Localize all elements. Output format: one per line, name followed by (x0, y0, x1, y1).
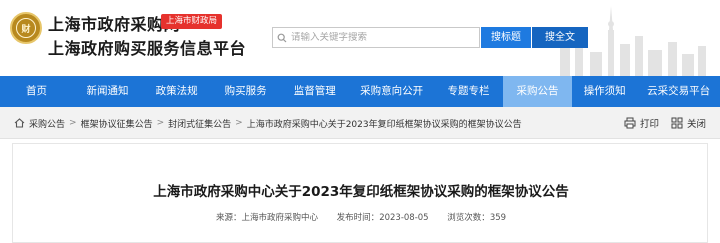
breadcrumb-item-framework[interactable]: 框架协议征集公告 (81, 117, 153, 130)
grid-close-icon (671, 117, 683, 129)
article-panel: 上海市政府采购中心关于2023年复印纸框架协议采购的框架协议公告 来源：上海市政… (12, 143, 708, 243)
search-title-button[interactable]: 搜标题 (481, 27, 531, 48)
breadcrumb-separator: > (69, 118, 77, 128)
nav-item-supervision[interactable]: 监督管理 (280, 76, 349, 107)
search-box (272, 27, 480, 48)
page-tools: 打印 关闭 (612, 107, 706, 139)
nav-item-special[interactable]: 专题专栏 (434, 76, 503, 107)
breadcrumb-item-announcements[interactable]: 采购公告 (29, 117, 65, 130)
printer-icon (624, 117, 636, 129)
nav-item-policy[interactable]: 政策法规 (142, 76, 211, 107)
main-nav: 首页 新闻通知 政策法规 购买服务 监督管理 采购意向公开 专题专栏 采购公告 … (0, 76, 720, 107)
nav-item-announcements[interactable]: 采购公告 (503, 76, 573, 107)
article-meta: 来源：上海市政府采购中心 发布时间：2023-08-05 浏览次数：359 (13, 211, 709, 223)
breadcrumb-item-closed[interactable]: 封闭式征集公告 (168, 117, 231, 130)
print-button[interactable]: 打印 (624, 116, 659, 130)
nav-item-news[interactable]: 新闻通知 (73, 76, 142, 107)
breadcrumb-bar: 采购公告 > 框架协议征集公告 > 封闭式征集公告 > 上海市政府采购中心关于2… (0, 107, 720, 139)
search-input[interactable] (291, 32, 476, 43)
search-fulltext-button[interactable]: 搜全文 (532, 27, 588, 48)
nav-item-guide[interactable]: 操作须知 (572, 76, 637, 107)
nav-item-intention[interactable]: 采购意向公开 (349, 76, 434, 107)
article-views: 浏览次数：359 (447, 213, 506, 223)
print-label: 打印 (639, 119, 659, 130)
close-label: 关闭 (686, 119, 706, 130)
logo-emblem: 财 (16, 18, 36, 38)
search-icon (273, 33, 291, 43)
views-value: 359 (489, 213, 507, 223)
source-value: 上海市政府采购中心 (241, 213, 318, 223)
breadcrumb: 采购公告 > 框架协议征集公告 > 封闭式征集公告 > 上海市政府采购中心关于2… (14, 107, 522, 139)
site-subtitle[interactable]: 上海政府购买服务信息平台 (48, 35, 246, 59)
site-logo[interactable]: 财 (10, 12, 42, 44)
source-label: 来源： (215, 213, 242, 223)
views-label: 浏览次数： (447, 213, 490, 223)
date-label: 发布时间： (336, 213, 380, 223)
article-source: 来源：上海市政府采购中心 (216, 213, 318, 223)
breadcrumb-separator: > (156, 118, 165, 128)
home-icon[interactable] (14, 118, 25, 128)
date-value: 2023-08-05 (379, 213, 429, 223)
article-date: 发布时间：2023-08-05 (337, 213, 429, 223)
finance-bureau-badge: 上海市财政局 (161, 14, 223, 29)
nav-item-home[interactable]: 首页 (0, 76, 73, 107)
nav-item-services[interactable]: 购买服务 (211, 76, 280, 107)
article-title: 上海市政府采购中心关于2023年复印纸框架协议采购的框架协议公告 (153, 184, 569, 200)
close-button[interactable]: 关闭 (671, 116, 706, 130)
nav-item-cloud-platform[interactable]: 云采交易平台 (637, 76, 720, 107)
breadcrumb-separator: > (235, 118, 243, 128)
site-header: 财 上海市政府采购网 上海市财政局 上海政府购买服务信息平台 搜标题 搜全文 (0, 0, 720, 76)
breadcrumb-current: 上海市政府采购中心关于2023年复印纸框架协议采购的框架协议公告 (246, 119, 522, 130)
